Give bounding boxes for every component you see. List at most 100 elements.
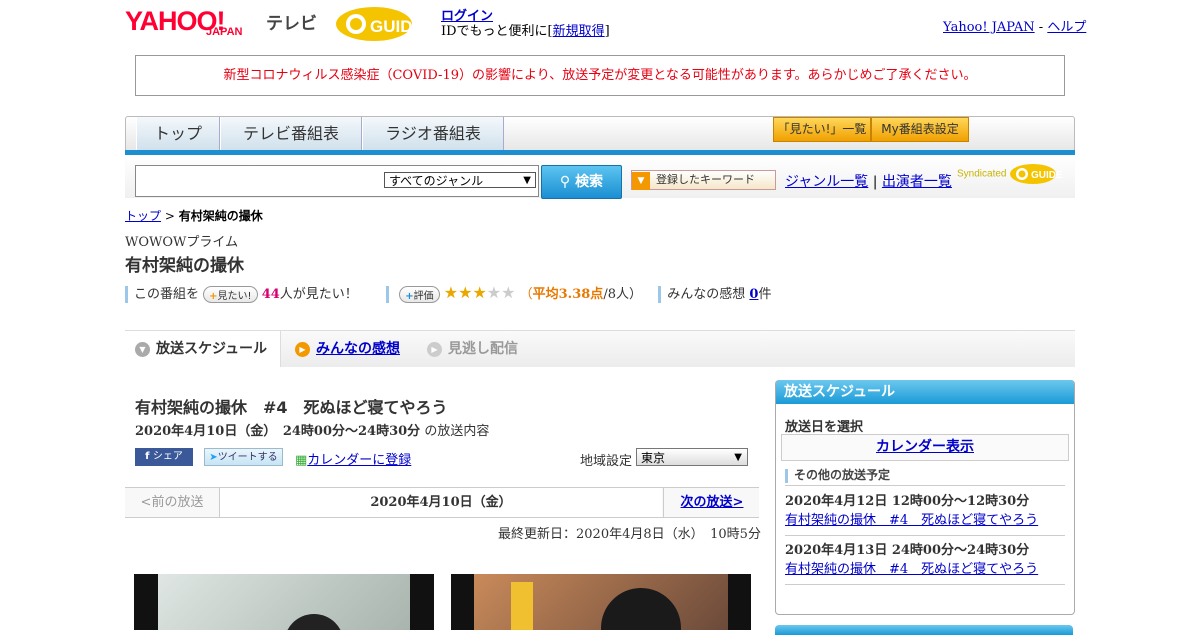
tv-logo-text[interactable]: テレビ: [266, 9, 317, 34]
plus-icon: +: [209, 291, 218, 302]
impressions-suffix: 件: [758, 287, 772, 302]
chevron-down-icon: ▼: [523, 175, 531, 186]
episode-photo: [451, 574, 751, 630]
stat-divider: [386, 286, 390, 303]
gguide-logo[interactable]: GUIDE: [334, 5, 434, 43]
search-button[interactable]: ⚲ 検索: [541, 165, 622, 199]
facebook-share-button[interactable]: f シェア: [135, 448, 193, 466]
top-links-sep: -: [1038, 20, 1044, 35]
region-select-value: 東京: [641, 451, 666, 465]
mitai-button[interactable]: +見たい!: [203, 286, 258, 303]
divider: [785, 584, 1065, 585]
rate-button[interactable]: +評価: [399, 286, 440, 303]
yahoo-japan-logo-text: JAPAN: [206, 26, 243, 38]
stat-divider: [658, 286, 662, 303]
play-icon: ▶: [295, 341, 310, 357]
tab-impressions-label[interactable]: みんなの感想: [316, 341, 400, 357]
sidebar-next-panel-header: [775, 625, 1073, 635]
breadcrumb-current: 有村架純の撮休: [178, 209, 263, 223]
star-icon: ★: [472, 283, 487, 302]
tab-catchup: ▶ 見逃し配信: [427, 331, 518, 367]
tab-top[interactable]: トップ: [136, 117, 220, 151]
broadcast-pager: <前の放送 2020年4月10日（金） 次の放送>: [125, 487, 759, 518]
performer-list-link[interactable]: 出演者一覧: [882, 174, 952, 190]
episode-date-suffix: の放送内容: [424, 424, 490, 439]
star-icon: ★: [443, 283, 459, 302]
star-icon: ★: [458, 283, 473, 302]
other-broadcast-date: 2020年4月12日 12時00分～12時30分: [785, 494, 1030, 509]
tab-tv-schedule[interactable]: テレビ番組表: [220, 117, 362, 151]
episode-photo: [134, 574, 434, 630]
tweet-label: ツイートする: [217, 452, 278, 463]
stat-divider: [125, 286, 128, 303]
share-label: シェア: [152, 451, 183, 462]
last-updated: 最終更新日：2020年4月8日（水） 10時5分: [498, 527, 761, 542]
tab-catchup-label: 見逃し配信: [448, 341, 518, 357]
mitai-list-button[interactable]: 「見たい!」一覧: [773, 117, 871, 142]
genre-list-link[interactable]: ジャンル一覧: [785, 174, 868, 190]
tab-impressions[interactable]: ▶ みんなの感想: [295, 331, 400, 367]
star-icon: ★: [486, 283, 502, 302]
program-tabs: ▼ 放送スケジュール ▶ みんなの感想 ▶ 見逃し配信: [125, 330, 1075, 367]
rating-stars: ★★★★★: [444, 283, 516, 302]
genre-links: ジャンル一覧 | 出演者一覧: [785, 171, 952, 191]
calendar-icon: ▦: [295, 453, 308, 468]
calendar-register[interactable]: ▦カレンダーに登録: [295, 449, 411, 468]
genre-select[interactable]: すべてのジャンル ▼: [384, 172, 536, 188]
other-broadcast-link[interactable]: 有村架純の撮休 #4 死ぬほど寝てやろう: [785, 558, 1038, 577]
breadcrumb-top-link[interactable]: トップ: [125, 209, 161, 223]
average-people: /8人）: [603, 287, 642, 302]
twitter-icon: ➤: [209, 452, 218, 463]
prev-broadcast: <前の放送: [125, 488, 220, 517]
region-select[interactable]: 東京 ▼: [636, 448, 748, 466]
triangle-down-icon: ▼: [135, 341, 150, 357]
program-stats: この番組を +見たい! 44人が見たい！ +評価 ★★★★★ （平均3.38点/…: [125, 283, 772, 303]
episode-date: 2020年4月10日（金） 24時00分～24時30分: [135, 424, 421, 439]
dropdown-arrow-icon: ▼: [632, 172, 650, 190]
svg-text:GUIDE: GUIDE: [1031, 170, 1063, 181]
tab-schedule[interactable]: ▼ 放送スケジュール: [125, 331, 281, 367]
syndicated-text: Syndicated: [957, 168, 1007, 180]
other-broadcast-date: 2020年4月13日 24時00分～24時30分: [785, 543, 1030, 558]
top-links: Yahoo! JAPAN - ヘルプ: [943, 16, 1086, 35]
mitai-count-suffix: 人が見たい！: [279, 287, 358, 302]
signup-link[interactable]: 新規取得: [553, 24, 605, 39]
next-broadcast-link[interactable]: 次の放送>: [681, 495, 744, 510]
calendar-view-button[interactable]: カレンダー表示: [781, 434, 1069, 461]
search-button-label: 検索: [575, 174, 604, 190]
other-broadcast-link[interactable]: 有村架純の撮休 #4 死ぬほど寝てやろう: [785, 509, 1038, 528]
region-label: 地域設定: [580, 454, 633, 469]
rate-button-label: 評価: [413, 291, 434, 302]
calendar-register-link[interactable]: カレンダーに登録: [307, 453, 411, 468]
syndicated-gguide-logo: Syndicated GUIDE: [957, 163, 1065, 185]
divider: [785, 485, 1065, 486]
facebook-icon: f: [145, 451, 153, 462]
registered-keyword-button[interactable]: ▼ 登録したキーワード: [631, 170, 776, 190]
mitai-button-label: 見たい!: [217, 291, 252, 302]
mitai-count: 44: [261, 287, 280, 302]
breadcrumb: トップ > 有村架純の撮休: [125, 207, 263, 224]
other-broadcasts-header: その他の放送予定: [785, 466, 890, 483]
genre-links-divider: |: [872, 174, 878, 190]
tab-radio-schedule[interactable]: ラジオ番組表: [362, 117, 504, 151]
registered-keyword-label: 登録したキーワード: [656, 173, 755, 186]
search-icon: ⚲: [559, 174, 571, 190]
star-icon: ★: [501, 283, 516, 302]
this-show-label: この番組を: [134, 287, 200, 302]
divider: [785, 535, 1065, 536]
svg-text:GUIDE: GUIDE: [370, 17, 424, 36]
average-rating: （平均3.38点/8人）: [520, 287, 642, 302]
breadcrumb-sep: >: [164, 209, 175, 223]
tweet-button[interactable]: ➤ツイートする: [204, 448, 283, 466]
other-broadcasts-label: その他の放送予定: [794, 468, 891, 482]
tab-schedule-label: 放送スケジュール: [156, 341, 268, 357]
genre-select-value: すべてのジャンル: [389, 174, 484, 188]
yahoo-japan-link[interactable]: Yahoo! JAPAN: [943, 20, 1035, 35]
calendar-view-link[interactable]: カレンダー表示: [876, 439, 974, 455]
channel-name: WOWOWプライム: [125, 235, 239, 250]
help-link[interactable]: ヘルプ: [1047, 20, 1086, 35]
chevron-down-icon: ▼: [734, 452, 742, 463]
next-broadcast[interactable]: 次の放送>: [663, 488, 760, 517]
my-schedule-settings-button[interactable]: My番組表設定: [871, 117, 969, 142]
episode-title: 有村架純の撮休 #4 死ぬほど寝てやろう: [135, 398, 448, 417]
